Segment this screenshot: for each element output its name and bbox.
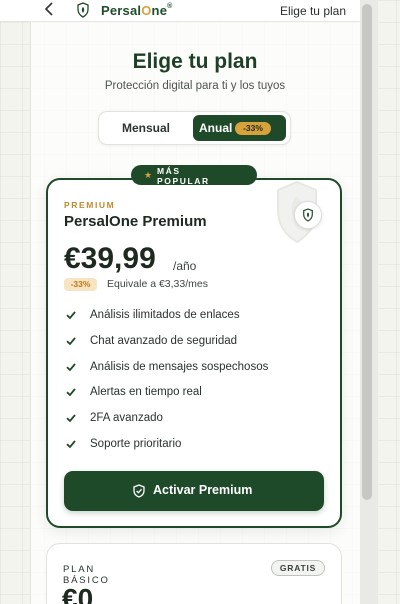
most-popular-badge: ★ MÁS POPULAR [131,165,257,186]
feature-item: Alertas en tiempo real [64,383,202,401]
premium-equivalent-price: Equivale a €3,33/mes [107,278,208,290]
check-icon [66,311,76,320]
feature-label: 2FA avanzado [90,412,163,424]
most-popular-label: MÁS POPULAR [157,166,210,186]
billing-toggle: Mensual Anual -33% [98,111,291,145]
check-icon [66,388,76,397]
premium-period: /año [173,259,197,273]
feature-label: Análisis de mensajes sospechosos [90,361,269,373]
check-icon [66,337,76,346]
app-header: PersalOne® Elige tu plan [0,0,360,22]
feature-item: Análisis ilimitados de enlaces [64,306,240,324]
page-subtitle: Protección digital para ti y los tuyos [104,80,286,92]
shield-logo-icon [77,2,89,18]
feature-item: Chat avanzado de seguridad [64,332,237,350]
shield-icon [303,208,313,222]
brand-logo: PersalOne® [101,3,173,18]
feature-label: Análisis ilimitados de enlaces [90,309,240,321]
premium-tier-label: PREMIUM [64,200,116,210]
feature-item: Análisis de mensajes sospechosos [64,358,268,376]
check-icon [66,440,76,449]
toggle-annual-label: Anual [199,121,233,135]
check-icon [66,363,76,372]
toggle-monthly[interactable]: Mensual [102,115,190,141]
premium-shield-icon-badge [294,201,322,229]
chevron-left-icon [44,2,53,16]
activate-premium-label: Activar Premium [153,483,253,497]
annual-discount-badge: -33% [235,122,271,135]
premium-plan-name: PersalOne Premium [64,213,207,230]
feature-label: Alertas en tiempo real [90,386,202,398]
feature-item: Soporte prioritario [64,435,181,453]
check-icon [66,414,76,423]
scrollbar-thumb[interactable] [362,4,372,500]
header-title: Elige tu plan [279,4,346,18]
star-icon: ★ [144,170,154,180]
toggle-annual[interactable]: Anual -33% [193,115,286,141]
premium-price: €39,99 [64,242,156,275]
free-badge: GRATIS [271,560,325,576]
back-button[interactable] [44,2,54,20]
basic-price: €0 [62,583,94,604]
shield-check-icon [133,484,145,498]
premium-discount-badge: -33% [64,278,97,291]
feature-label: Chat avanzado de seguridad [90,335,238,347]
activate-premium-button[interactable]: Activar Premium [64,471,324,511]
page-title: Elige tu plan [132,50,258,73]
feature-item: 2FA avanzado [64,409,163,427]
feature-label: Soporte prioritario [90,438,182,450]
